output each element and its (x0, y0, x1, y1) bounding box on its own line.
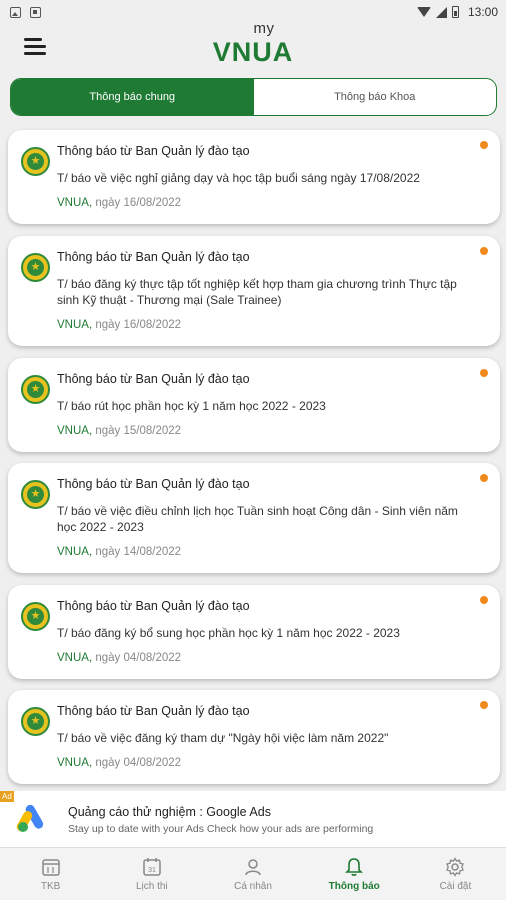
university-logo-icon: ★ (21, 147, 50, 176)
notification-source: VNUA, (57, 546, 93, 558)
notification-date: ngày 04/08/2022 (95, 652, 182, 664)
university-logo-icon: ★ (21, 707, 50, 736)
notification-description: T/ báo về việc điều chỉnh lịch học Tuần … (57, 504, 458, 534)
notification-title: Thông báo từ Ban Quản lý đào tạo (57, 372, 250, 386)
notification-title: Thông báo từ Ban Quản lý đào tạo (57, 144, 250, 158)
status-time: 13:00 (467, 5, 498, 19)
notification-meta: VNUA, ngày 16/08/2022 (57, 197, 181, 209)
notification-card[interactable]: ★ Thông báo từ Ban Quản lý đào tạo T/ bá… (8, 236, 500, 346)
nav-item-notifications[interactable]: Thông báo (304, 848, 405, 900)
ad-title: Quảng cáo thử nghiệm : Google Ads (68, 805, 271, 819)
nav-item-timetable[interactable]: TKB (0, 848, 101, 900)
bottom-navigation: TKB 31 Lịch thi Cá nhân Thông báo Cài đặ… (0, 847, 506, 900)
app-header: my VNUA (0, 20, 506, 72)
notification-meta: VNUA, ngày 04/08/2022 (57, 652, 181, 664)
bell-icon (345, 858, 364, 876)
nav-label: Lịch thi (135, 881, 168, 892)
tab-general[interactable]: Thông báo chung (11, 79, 254, 115)
unread-dot-icon (480, 596, 488, 604)
unread-dot-icon (480, 141, 488, 149)
notification-card[interactable]: ★ Thông báo từ Ban Quản lý đào tạo T/ bá… (8, 585, 500, 679)
university-logo-icon: ★ (21, 253, 50, 282)
notification-meta: VNUA, ngày 14/08/2022 (57, 546, 181, 558)
notification-description: T/ báo rút học phần học kỳ 1 năm học 202… (57, 399, 326, 413)
notification-title: Thông báo từ Ban Quản lý đào tạo (57, 599, 250, 613)
logo-main-text: VNUA (212, 37, 294, 67)
gear-icon (446, 857, 465, 877)
notification-card[interactable]: ★ Thông báo từ Ban Quản lý đào tạo T/ bá… (8, 130, 500, 224)
calendar-notification-icon (30, 6, 41, 18)
notification-card[interactable]: ★ Thông báo từ Ban Quản lý đào tạo T/ bá… (8, 358, 500, 452)
notification-source: VNUA, (57, 425, 93, 437)
university-logo-icon: ★ (21, 602, 50, 631)
notification-card[interactable]: ★ Thông báo từ Ban Quản lý đào tạo T/ bá… (8, 463, 500, 573)
svg-text:31: 31 (148, 867, 156, 874)
nav-label: TKB (40, 881, 61, 892)
notification-meta: VNUA, ngày 15/08/2022 (57, 425, 181, 437)
notification-meta: VNUA, ngày 04/08/2022 (57, 757, 181, 769)
notification-tabs: Thông báo chung Thông báo Khoa (10, 78, 497, 116)
unread-dot-icon (480, 369, 488, 377)
university-logo-icon: ★ (21, 375, 50, 404)
logo-small-text: my (253, 20, 275, 37)
notification-meta: VNUA, ngày 16/08/2022 (57, 319, 181, 331)
notification-card[interactable]: ★ Thông báo từ Ban Quản lý đào tạo T/ bá… (8, 690, 500, 784)
tab-faculty[interactable]: Thông báo Khoa (254, 79, 497, 115)
image-notification-icon (10, 6, 21, 18)
nav-label: Thông báo (328, 881, 380, 892)
university-logo-icon: ★ (21, 480, 50, 509)
google-ads-logo-icon (16, 804, 44, 832)
notification-title: Thông báo từ Ban Quản lý đào tạo (57, 250, 250, 264)
notification-description: T/ báo đăng ký bổ sung học phần học kỳ 1… (57, 626, 400, 640)
ad-subtitle: Stay up to date with your Ads Check how … (68, 823, 374, 835)
notification-date: ngày 16/08/2022 (95, 319, 182, 331)
notification-date: ngày 15/08/2022 (95, 425, 182, 437)
timetable-icon (41, 859, 60, 876)
unread-dot-icon (480, 247, 488, 255)
notification-description: T/ báo đăng ký thực tập tốt nghiệp kết h… (57, 277, 457, 307)
app-logo: my VNUA (0, 20, 506, 66)
unread-dot-icon (480, 701, 488, 709)
notification-title: Thông báo từ Ban Quản lý đào tạo (57, 477, 250, 491)
nav-label: Cá nhân (234, 881, 272, 892)
notification-source: VNUA, (57, 757, 93, 769)
battery-icon (451, 6, 459, 18)
unread-dot-icon (480, 474, 488, 482)
signal-icon (435, 6, 447, 18)
notification-source: VNUA, (57, 319, 93, 331)
notification-date: ngày 14/08/2022 (95, 546, 182, 558)
ad-badge: Ad (0, 791, 14, 802)
person-icon (245, 859, 261, 876)
nav-label: Cài đặt (439, 881, 472, 892)
notification-date: ngày 04/08/2022 (95, 757, 182, 769)
notification-date: ngày 16/08/2022 (95, 197, 182, 209)
calendar-icon: 31 (143, 858, 161, 876)
nav-item-settings[interactable]: Cài đặt (405, 848, 506, 900)
nav-item-exams[interactable]: 31 Lịch thi (101, 848, 202, 900)
notification-title: Thông báo từ Ban Quản lý đào tạo (57, 704, 250, 718)
notification-source: VNUA, (57, 652, 93, 664)
notification-description: T/ báo về việc nghỉ giảng dạy và học tập… (57, 171, 420, 185)
wifi-icon (416, 7, 431, 17)
notification-source: VNUA, (57, 197, 93, 209)
ad-banner[interactable]: Ad Quảng cáo thử nghiệm : Google Ads Sta… (0, 791, 506, 847)
notification-description: T/ báo về việc đăng ký tham dự "Ngày hội… (57, 731, 389, 745)
nav-item-profile[interactable]: Cá nhân (202, 848, 303, 900)
